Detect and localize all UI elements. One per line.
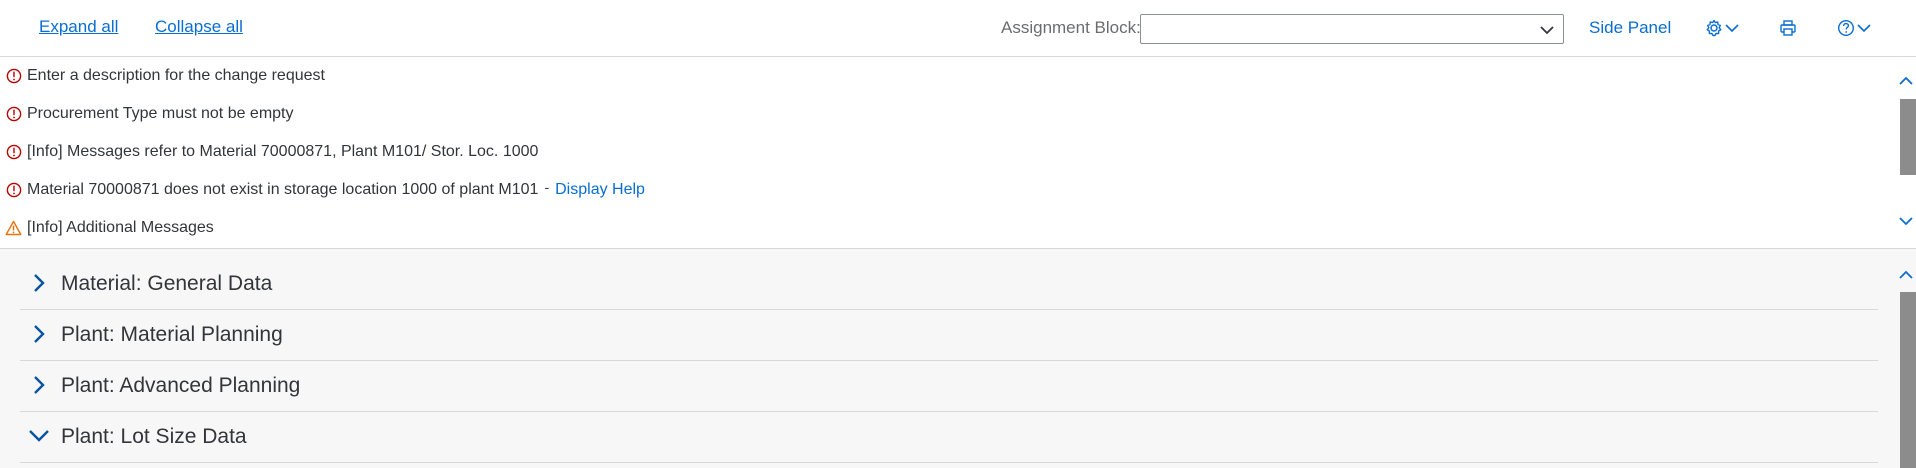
section-plant-lot-size-data[interactable]: Plant: Lot Size Data [20, 412, 1878, 463]
message-item: Enter a description for the change reque… [0, 64, 325, 88]
assignment-block-label: Assignment Block: [1001, 18, 1141, 37]
chevron-down-icon [1540, 26, 1554, 35]
error-icon [6, 106, 21, 122]
chevron-down-icon [1857, 24, 1871, 33]
scroll-up-icon[interactable] [1898, 269, 1914, 281]
sections-scrollbar[interactable] [1896, 249, 1916, 468]
chevron-down-icon [29, 430, 49, 442]
error-icon [6, 182, 21, 198]
section-plant-advanced-planning[interactable]: Plant: Advanced Planning [20, 361, 1878, 412]
message-log-scrollbar[interactable] [1896, 57, 1916, 248]
display-help-link[interactable]: Display Help [555, 181, 645, 199]
chevron-right-icon [34, 274, 45, 292]
collapse-all-link[interactable]: Collapse all [155, 17, 243, 37]
section-title: Plant: Advanced Planning [61, 374, 301, 397]
message-item: [Info] Messages refer to Material 700008… [0, 140, 538, 164]
warning-message-icon [0, 220, 27, 236]
settings-icon [1706, 19, 1722, 37]
section-title: Plant: Lot Size Data [61, 425, 247, 448]
assignment-blocks: Material: General Data Plant: Material P… [0, 249, 1916, 468]
message-text: [Info] Additional Messages [27, 219, 214, 236]
message-separator: - [544, 179, 550, 195]
scroll-down-icon[interactable] [1898, 215, 1914, 227]
message-item: [Info] Additional Messages [0, 216, 214, 240]
assignment-block-select[interactable] [1140, 14, 1564, 44]
side-panel-button[interactable]: Side Panel [1589, 18, 1671, 38]
message-log: Enter a description for the change reque… [0, 57, 1916, 249]
error-message-icon [0, 182, 27, 198]
message-item: Procurement Type must not be empty [0, 102, 294, 126]
error-icon [6, 144, 21, 160]
expand-all-link[interactable]: Expand all [39, 17, 118, 37]
scroll-up-icon[interactable] [1898, 75, 1914, 87]
scrollbar-thumb[interactable] [1900, 292, 1916, 468]
settings-button[interactable] [1705, 16, 1739, 40]
help-button[interactable] [1837, 16, 1871, 40]
error-message-icon [0, 106, 27, 122]
message-text: Material 70000871 does not exist in stor… [27, 181, 539, 198]
section-title: Plant: Material Planning [61, 323, 283, 346]
message-item: Material 70000871 does not exist in stor… [0, 178, 645, 202]
section-title: Material: General Data [61, 272, 273, 295]
error-icon [6, 68, 21, 84]
error-message-icon [0, 68, 27, 84]
section-plant-material-planning[interactable]: Plant: Material Planning [20, 310, 1878, 361]
message-text: Procurement Type must not be empty [27, 105, 294, 122]
warning-icon [5, 220, 22, 236]
help-icon [1837, 19, 1855, 37]
chevron-right-icon [34, 325, 45, 343]
toolbar: Expand all Collapse all Assignment Block… [0, 0, 1916, 57]
print-icon [1780, 20, 1796, 36]
error-message-icon [0, 144, 27, 160]
section-material-general-data[interactable]: Material: General Data [20, 259, 1878, 310]
scrollbar-thumb[interactable] [1900, 99, 1916, 175]
message-text: [Info] Messages refer to Material 700008… [27, 143, 539, 160]
chevron-right-icon [34, 376, 45, 394]
chevron-down-icon [1725, 24, 1739, 33]
print-button[interactable] [1779, 16, 1797, 40]
message-text: Enter a description for the change reque… [27, 67, 325, 84]
